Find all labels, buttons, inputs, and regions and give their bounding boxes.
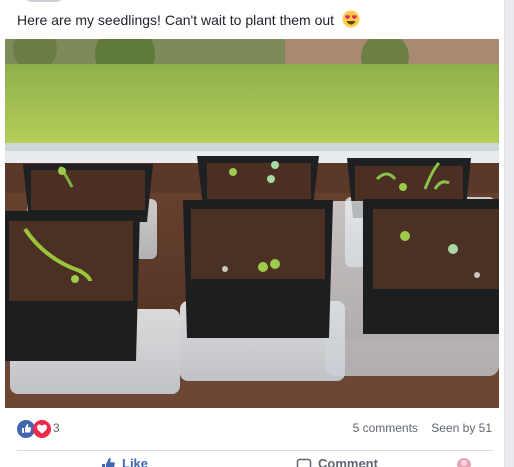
post-message: Here are my seedlings! Can't wait to pla… — [17, 12, 335, 28]
heart-eyes-emoji-icon — [342, 10, 360, 28]
comment-icon — [296, 458, 312, 467]
like-button[interactable]: Like — [100, 456, 148, 467]
post-actions: Like Comment — [0, 452, 504, 467]
post-header-edge — [14, 0, 74, 4]
divider — [17, 450, 493, 451]
post-text: Here are my seedlings! Can't wait to pla… — [17, 10, 360, 28]
share-button[interactable] — [456, 456, 478, 467]
thumbs-up-icon — [102, 457, 115, 467]
share-avatar-icon — [457, 457, 471, 467]
comments-count[interactable]: 5 comments — [353, 421, 418, 435]
post-card: Here are my seedlings! Can't wait to pla… — [0, 0, 505, 467]
love-icon — [33, 420, 51, 438]
comment-label: Comment — [318, 456, 378, 467]
seen-by-count[interactable]: Seen by 51 — [431, 421, 492, 435]
post-stats: 5 comments Seen by 51 — [353, 421, 492, 435]
comment-button[interactable]: Comment — [296, 456, 378, 467]
reactions-bar: 3 5 comments Seen by 51 — [0, 408, 504, 448]
reaction-count[interactable]: 3 — [53, 421, 60, 435]
post-photo[interactable] — [5, 39, 499, 408]
like-label: Like — [122, 456, 149, 467]
avatar[interactable] — [24, 0, 64, 2]
seedlings-photo — [5, 39, 499, 408]
